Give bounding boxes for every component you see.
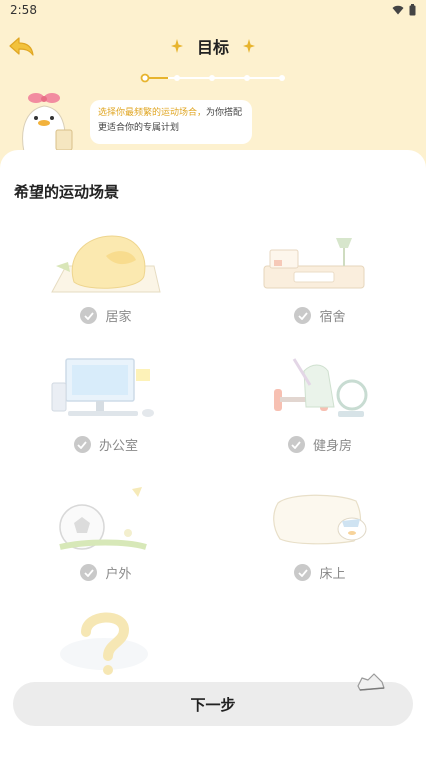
dorm-desk-icon [263, 238, 365, 289]
option-outdoor-label-row: 户外 [26, 563, 186, 582]
wifi-icon [392, 5, 404, 15]
sparkle-right-icon [243, 39, 255, 53]
option-gym-label-row: 健身房 [240, 435, 400, 454]
header: 目标 [0, 32, 426, 62]
option-home-label-row: 居家 [26, 306, 186, 325]
bed-pillow-icon [273, 494, 367, 545]
option-bed-label-row: 床上 [240, 563, 400, 582]
duck-mascot-icon [22, 93, 73, 152]
check-icon [80, 564, 98, 581]
check-icon [287, 436, 305, 453]
soccer-ball-icon [59, 487, 147, 550]
gym-equipment-icon [274, 358, 368, 417]
option-outdoor-label: 户外 [105, 567, 132, 582]
progress-step-2 [174, 75, 180, 81]
question-mark-icon [60, 612, 148, 675]
option-dorm-label-row: 宿舍 [240, 306, 400, 325]
option-bed[interactable]: 床上 [240, 483, 400, 593]
status-time: 2:58 [10, 3, 37, 17]
progress-step-5 [279, 75, 285, 81]
option-office[interactable]: 办公室 [26, 355, 186, 465]
status-bar: 2:58 [0, 0, 426, 20]
option-dorm-label: 宿舍 [319, 310, 346, 325]
tip-highlight: 选择你最频繁的运动场合， [98, 108, 207, 118]
check-icon [80, 307, 98, 324]
status-icons [392, 4, 416, 16]
option-office-label-row: 办公室 [26, 435, 186, 454]
tip-area: 选择你最频繁的运动场合，为你搭配更适合你的专属计划 [0, 92, 426, 152]
page-title: 目标 [196, 38, 229, 57]
option-bed-label: 床上 [319, 567, 346, 582]
option-home[interactable]: 居家 [26, 226, 186, 336]
next-button[interactable]: 下一步 [13, 682, 413, 726]
option-gym-label: 健身房 [312, 439, 352, 454]
section-title: 希望的运动场景 [14, 183, 120, 201]
battery-icon [409, 4, 416, 16]
progress-step-4 [244, 75, 250, 81]
option-dorm[interactable]: 宿舍 [240, 226, 400, 336]
title-wrap: 目标 [0, 34, 426, 58]
progress-stepper [140, 73, 285, 83]
office-computer-icon [51, 358, 154, 417]
check-icon [73, 436, 91, 453]
sparkle-left-icon [170, 39, 183, 53]
home-couch-icon [51, 235, 161, 293]
option-home-label: 居家 [105, 310, 132, 325]
sneaker-icon [357, 673, 385, 691]
check-icon [294, 307, 312, 324]
progress-step-1 [140, 73, 150, 83]
check-icon [294, 564, 312, 581]
progress-step-3 [209, 75, 215, 81]
option-office-label: 办公室 [98, 439, 138, 454]
option-outdoor[interactable]: 户外 [26, 483, 186, 593]
option-gym[interactable]: 健身房 [240, 355, 400, 465]
tip-bubble: 选择你最频繁的运动场合，为你搭配更适合你的专属计划 [90, 100, 252, 144]
